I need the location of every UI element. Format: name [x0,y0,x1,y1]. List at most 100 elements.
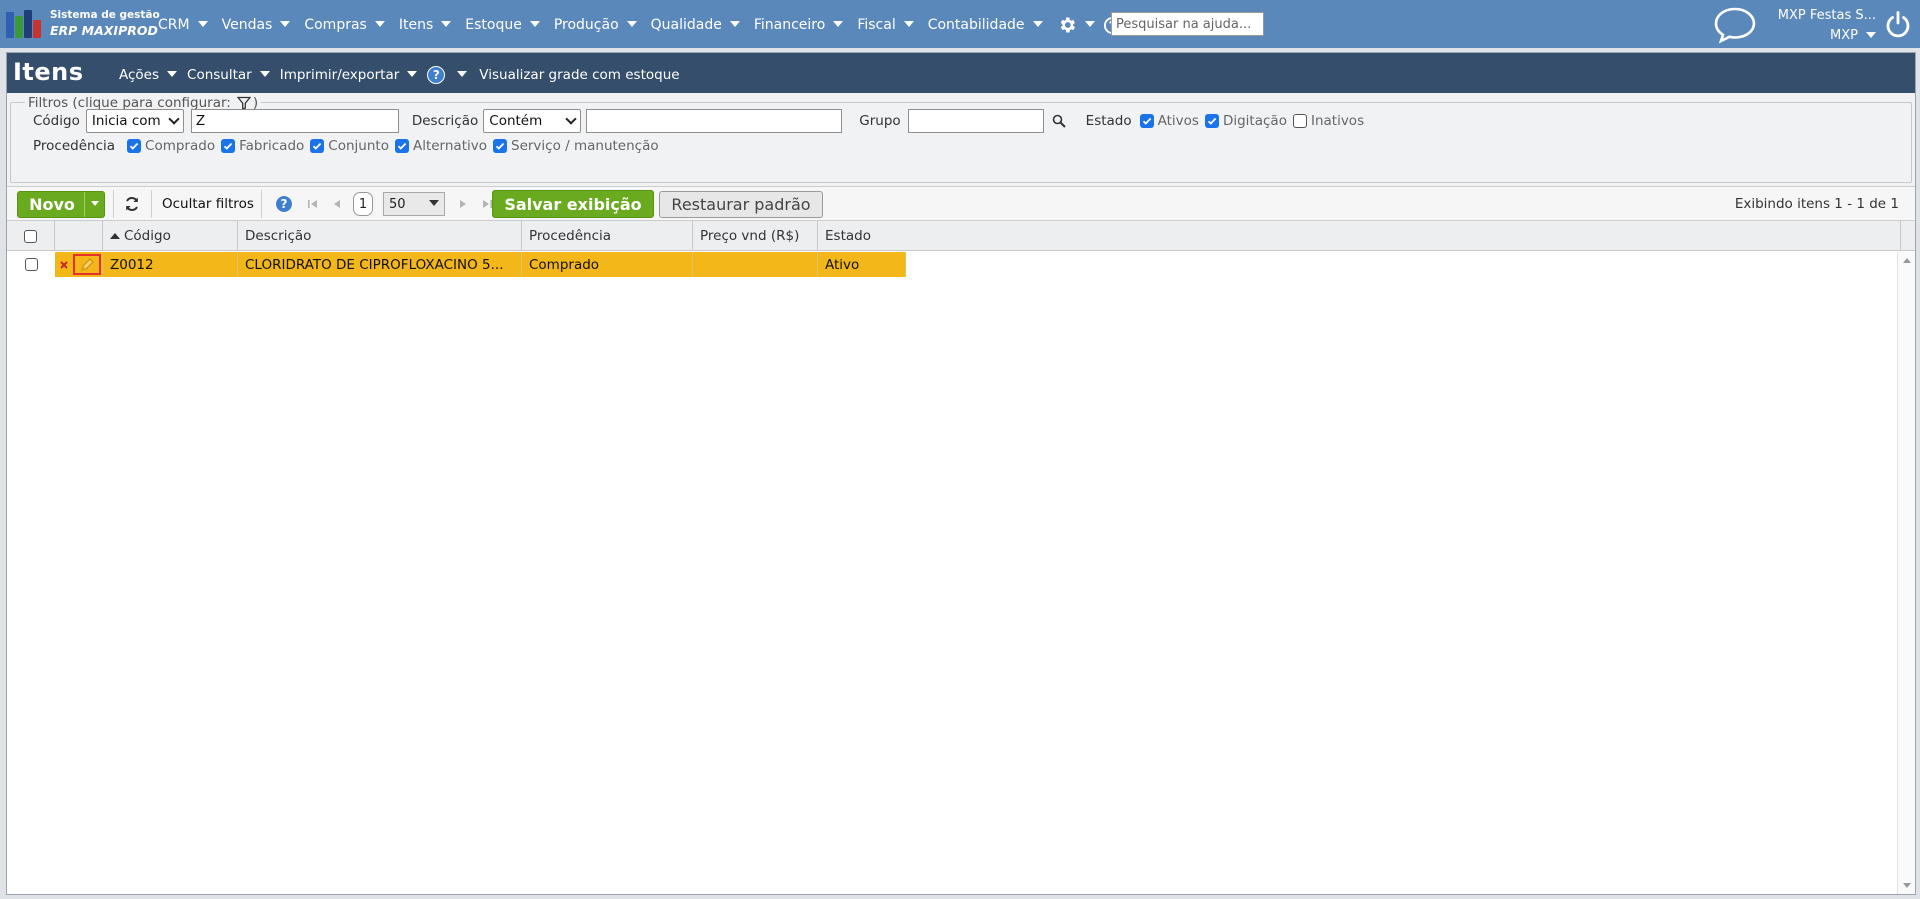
menu-compras[interactable]: Compras [304,17,385,33]
chevron-down-icon [903,21,914,27]
next-page-icon[interactable] [457,198,469,210]
estado-label: Estado [1085,113,1132,129]
record-count: Exibindo itens 1 - 1 de 1 [1734,196,1899,212]
menu-financeiro[interactable]: Financeiro [754,17,844,33]
chevron-down-icon [90,201,99,206]
edit-button[interactable] [73,254,101,275]
page-title: Itens [13,58,84,86]
descricao-mode-select[interactable]: Contém [483,109,582,133]
codigo-input[interactable] [190,109,399,133]
menu-vendas[interactable]: Vendas [222,17,291,33]
menu-crm[interactable]: CRM [158,17,208,33]
top-navbar: Sistema de gestão ERP MAXIPROD CRM Venda… [0,0,1920,48]
check-icon [397,142,407,150]
codigo-label: Código [33,113,80,129]
chevron-down-icon [529,21,540,27]
digitacao-label: Digitação [1222,113,1287,129]
chevron-down-icon [1032,21,1043,27]
salvar-exibicao-button[interactable]: Salvar exibição [492,190,654,218]
grid-toolbar: Novo Ocultar filtros ? 1 50 Salvar exibi… [7,187,1915,221]
chevron-down-icon [429,200,439,206]
select-all-checkbox[interactable] [24,229,37,243]
first-page-icon[interactable] [307,198,319,210]
fabricado-checkbox[interactable] [221,139,236,153]
consultar-menu[interactable]: Consultar [187,67,270,83]
chat-icon[interactable] [1712,6,1758,48]
preco-column-header[interactable]: Preço vnd (R$) [693,221,818,251]
menu-producao[interactable]: Produção [554,17,637,33]
menu-itens[interactable]: Itens [399,17,452,33]
help-icon: ? [427,66,446,84]
cell-codigo: Z0012 [103,252,238,277]
grupo-input[interactable] [907,109,1044,133]
help-search-input[interactable] [1111,12,1264,36]
page-number-input[interactable]: 1 [353,192,373,216]
filter-icon[interactable] [236,96,251,110]
menu-qualidade[interactable]: Qualidade [651,17,740,33]
digitacao-checkbox[interactable] [1204,114,1219,128]
descricao-label: Descrição [411,113,479,129]
pencil-icon [81,257,94,271]
ativos-checkbox[interactable] [1139,114,1154,128]
user-info[interactable]: MXP Festas S... MXP [1768,6,1876,46]
check-icon [1142,117,1151,125]
chevron-down-icon [565,113,577,125]
grupo-label: Grupo [859,113,901,129]
restaurar-padrao-button[interactable]: Restaurar padrão [659,191,823,218]
acoes-menu[interactable]: Ações [119,67,178,83]
alternativo-label: Alternativo [412,138,487,154]
check-icon [223,142,233,150]
page-help-menu[interactable]: ? [427,66,468,84]
alternativo-checkbox[interactable] [394,139,409,153]
filters-panel: Filtros (clique para configurar: ) Códig… [7,93,1915,187]
chevron-down-icon [167,71,178,77]
gear-icon [1060,17,1075,33]
power-icon[interactable] [1884,10,1912,42]
delete-icon[interactable] [59,260,69,270]
chevron-down-icon [833,21,844,27]
row-checkbox[interactable] [24,258,38,271]
menu-fiscal[interactable]: Fiscal [857,17,914,33]
novo-button[interactable]: Novo [17,191,105,218]
actions-column-header [55,221,103,251]
menu-estoque[interactable]: Estoque [465,17,540,33]
scroll-up-icon[interactable] [1903,258,1911,263]
descricao-input[interactable] [586,109,843,133]
table-row[interactable]: Z0012 CLORIDRATO DE CIPROFLOXACINO 5... … [7,252,910,277]
ocultar-filtros-button[interactable]: Ocultar filtros [162,196,254,212]
page-header: Itens Ações Consultar Imprimir/exportar … [7,53,1915,93]
chevron-down-icon [259,71,270,77]
ativos-label: Ativos [1157,113,1199,129]
settings-menu[interactable] [1057,15,1095,35]
servico-label: Serviço / manutenção [511,138,659,154]
visualizar-grade-link[interactable]: Visualizar grade com estoque [479,67,679,83]
fabricado-label: Fabricado [239,138,305,154]
refresh-icon[interactable] [123,195,141,217]
descricao-column-header[interactable]: Descrição [238,221,522,251]
account-name: MXP [1830,28,1858,43]
grid-scrollbar[interactable] [1897,252,1915,894]
comprado-checkbox[interactable] [127,139,142,153]
codigo-mode-select[interactable]: Inicia com [85,109,184,133]
servico-checkbox[interactable] [493,139,507,153]
company-name: MXP Festas S... [1777,8,1876,23]
chevron-down-icon [1866,32,1876,38]
conjunto-checkbox[interactable] [310,139,325,153]
help-icon[interactable]: ? [275,195,293,213]
prev-page-icon[interactable] [331,198,343,210]
codigo-column-header[interactable]: Código [103,221,238,251]
procedencia-column-header[interactable]: Procedência [522,221,693,251]
search-icon[interactable] [1052,114,1066,128]
estado-column-header[interactable]: Estado [818,221,1901,251]
scroll-down-icon[interactable] [1903,883,1911,888]
check-icon [1207,117,1217,125]
novo-dropdown-button[interactable] [84,192,104,217]
app-logo[interactable]: Sistema de gestão ERP MAXIPROD [6,8,160,38]
imprimir-exportar-menu[interactable]: Imprimir/exportar [280,67,418,83]
menu-contabilidade[interactable]: Contabilidade [928,17,1043,33]
comprado-label: Comprado [145,138,216,154]
check-icon [313,142,322,150]
inativos-checkbox[interactable] [1292,114,1307,128]
chevron-down-icon [441,21,452,27]
page-size-select[interactable]: 50 [383,192,445,216]
